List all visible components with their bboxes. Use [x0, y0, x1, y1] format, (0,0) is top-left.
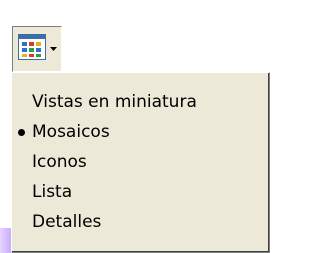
menu-item-iconos[interactable]: Iconos — [12, 147, 269, 177]
views-button[interactable] — [12, 26, 62, 72]
views-menu: Vistas en miniatura Mosaicos Iconos List… — [11, 72, 270, 253]
tiles-view-icon — [18, 34, 46, 60]
menu-item-label: Lista — [32, 182, 73, 202]
screen: Vistas en miniatura Mosaicos Iconos List… — [0, 0, 277, 253]
menu-item-label: Iconos — [32, 152, 87, 172]
selected-bullet-icon — [18, 129, 25, 136]
menu-item-label: Mosaicos — [32, 122, 110, 142]
menu-item-vistas-en-miniatura[interactable]: Vistas en miniatura — [12, 87, 269, 117]
menu-item-detalles[interactable]: Detalles — [12, 207, 269, 237]
menu-item-label: Detalles — [32, 212, 102, 232]
dropdown-arrow-icon — [50, 47, 57, 51]
menu-item-mosaicos[interactable]: Mosaicos — [12, 117, 269, 147]
menu-item-label: Vistas en miniatura — [32, 92, 197, 112]
menu-item-lista[interactable]: Lista — [12, 177, 269, 207]
